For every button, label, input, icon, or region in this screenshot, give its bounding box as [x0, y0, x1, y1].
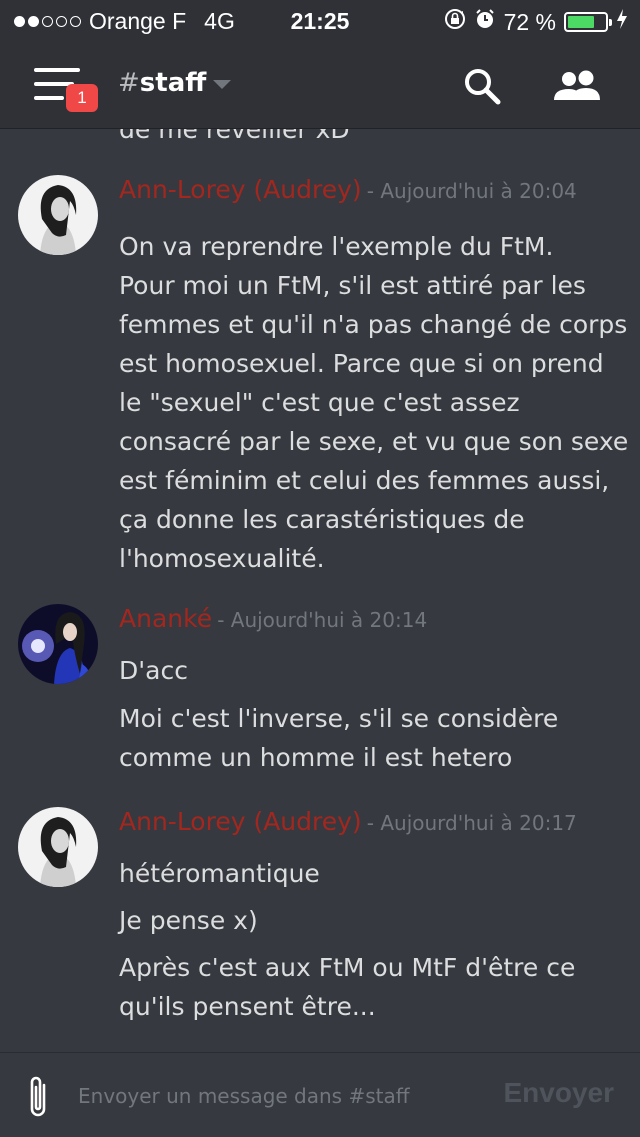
avatar[interactable] [18, 807, 98, 887]
message-line: Je pense x) [119, 906, 258, 935]
message-line: On va reprendre l'exemple du FtM. [119, 232, 554, 261]
battery-level [568, 16, 594, 28]
attach-button[interactable] [24, 1073, 54, 1121]
timestamp: - Aujourd'hui à 20:17 [366, 811, 577, 835]
author-name[interactable]: Ananké [119, 604, 212, 633]
battery-percent: 72 % [503, 8, 556, 35]
message-line: Après c'est aux FtM ou MtF d'être ce [119, 953, 576, 982]
channel-selector[interactable]: # staff [118, 68, 232, 98]
notification-badge: 1 [66, 84, 98, 112]
paperclip-icon [24, 1076, 54, 1125]
author-name[interactable]: Ann-Lorey (Audrey) [119, 175, 362, 204]
message-line: hétéromantique [119, 859, 320, 888]
search-button[interactable] [462, 66, 502, 106]
search-icon [462, 69, 502, 110]
message-header: Ann-Lorey (Audrey) - Aujourd'hui à 20:17 [119, 807, 577, 836]
author-name[interactable]: Ann-Lorey (Audrey) [119, 807, 362, 836]
channel-header: 1 # staff [0, 44, 640, 129]
avatar[interactable] [18, 175, 98, 255]
message-header: Ananké - Aujourd'hui à 20:14 [119, 604, 427, 633]
alarm-icon [474, 8, 496, 36]
send-button[interactable]: Envoyer [504, 1077, 615, 1109]
chevron-down-icon [212, 68, 232, 98]
message-line: Pour moi un FtM, s'il est attiré par les [119, 271, 586, 300]
message-line: qu'ils pensent être... [119, 992, 376, 1021]
members-button[interactable] [552, 66, 604, 106]
message-line: D'acc [119, 656, 188, 685]
message-composer: Envoyer [0, 1052, 640, 1137]
charging-icon [616, 8, 628, 36]
message-line: l'homosexualité. [119, 544, 325, 573]
timestamp: - Aujourd'hui à 20:04 [366, 179, 577, 203]
message-input[interactable] [76, 1077, 480, 1115]
channel-name: staff [139, 68, 207, 98]
status-bar: Orange F 4G 21:25 72 % [0, 0, 640, 44]
message-line: comme un homme il est hetero [119, 743, 513, 772]
message-line: est homosexuel. Parce que si on prend [119, 349, 604, 378]
avatar[interactable] [18, 604, 98, 684]
message-list[interactable]: de me réveiller xD Ann-Lorey (Audrey) - … [0, 129, 640, 1052]
menu-icon-line [34, 68, 80, 72]
message-line: femmes et qu'il n'a pas changé de corps [119, 310, 628, 339]
channel-hash: # [118, 68, 140, 98]
message-line: Moi c'est l'inverse, s'il se considère [119, 704, 559, 733]
battery-icon [564, 12, 612, 32]
rotation-lock-icon [444, 8, 466, 36]
message-text: de me réveiller xD [119, 129, 350, 144]
status-right: 72 % [444, 8, 628, 36]
message-line: le "sexuel" c'est que c'est assez [119, 388, 520, 417]
timestamp: - Aujourd'hui à 20:14 [217, 608, 428, 632]
menu-icon-line [34, 96, 64, 100]
message-line: ça donne les carastéristiques de [119, 505, 525, 534]
members-icon [552, 70, 604, 110]
message-header: Ann-Lorey (Audrey) - Aujourd'hui à 20:04 [119, 175, 577, 204]
message-line: est féminim et celui des femmes aussi, [119, 466, 610, 495]
message-line: consacré par le sexe, et vu que son sexe [119, 427, 629, 456]
